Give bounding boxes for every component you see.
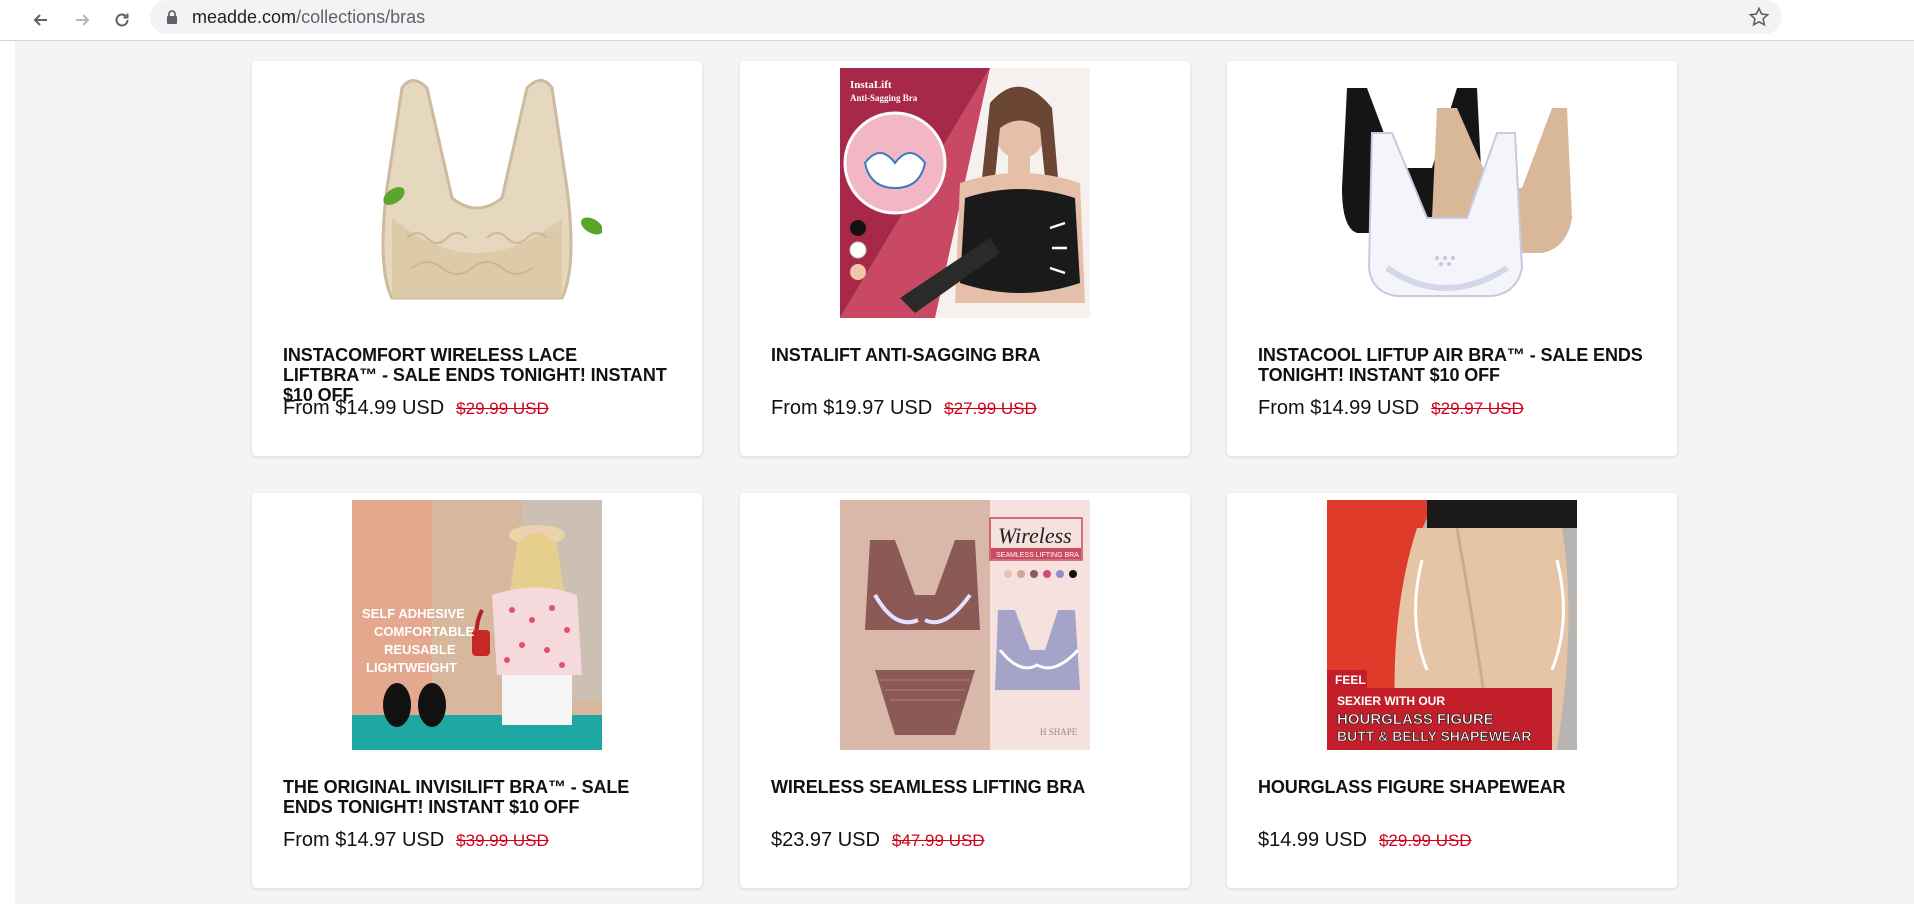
- back-arrow-icon: [33, 14, 47, 26]
- image-caption-line: SEAMLESS LIFTING BRA: [996, 552, 1079, 559]
- product-price: From $14.97 USD: [283, 829, 445, 851]
- product-title[interactable]: INSTALIFT ANTI-SAGGING BRA: [771, 345, 1161, 365]
- forward-arrow-icon: [76, 14, 90, 26]
- forward-button[interactable]: [68, 6, 96, 34]
- bookmark-star-icon[interactable]: [1748, 6, 1770, 28]
- compare-at-price: $27.99 USD: [944, 399, 1037, 418]
- image-caption-line: Anti-Sagging Bra: [850, 93, 918, 103]
- url-text: meadde.com/collections/bras: [192, 6, 425, 28]
- product-price: $14.99 USD: [1258, 829, 1367, 851]
- image-caption-line: SEXIER WITH OUR: [1337, 694, 1445, 708]
- price-row: From $19.97 USD $27.99 USD: [771, 397, 1037, 420]
- product-price: $23.97 USD: [771, 829, 880, 851]
- product-image[interactable]: [352, 68, 602, 318]
- compare-at-price: $39.99 USD: [456, 831, 549, 850]
- compare-at-price: $47.99 USD: [891, 831, 985, 850]
- compare-at-price: $29.99 USD: [1378, 831, 1472, 850]
- product-title[interactable]: WIRELESS SEAMLESS LIFTING BRA: [771, 777, 1161, 797]
- reload-button[interactable]: [108, 6, 136, 34]
- url-path: /collections/bras: [296, 7, 426, 27]
- left-margin: [0, 41, 15, 904]
- product-price: From $19.97 USD: [771, 397, 933, 419]
- product-image[interactable]: Wireless SEAMLESS LIFTING BRA H SHAPE: [840, 500, 1090, 750]
- product-card[interactable]: SELF ADHESIVE COMFORTABLE REUSABLE LIGHT…: [252, 493, 702, 888]
- product-title[interactable]: THE ORIGINAL INVISILIFT BRA™ - SALE ENDS…: [283, 777, 673, 817]
- back-button[interactable]: [27, 6, 55, 34]
- product-price: From $14.99 USD: [283, 397, 445, 419]
- price-row: From $14.99 USD $29.99 USD: [283, 397, 549, 420]
- price-row: $23.97 USD $47.99 USD: [771, 829, 985, 852]
- product-card[interactable]: InstaLift Anti-Sagging Bra INSTALIFT ANT…: [740, 61, 1190, 456]
- product-title[interactable]: INSTACOMFORT WIRELESS LACE LIFTBRA™ - SA…: [283, 345, 673, 405]
- product-price: From $14.99 USD: [1258, 397, 1420, 419]
- image-caption-line: LIGHTWEIGHT: [366, 660, 457, 675]
- product-title[interactable]: INSTACOOL LIFTUP AIR BRA™ - SALE ENDS TO…: [1258, 345, 1648, 385]
- reload-icon: [115, 13, 129, 27]
- price-row: From $14.97 USD $39.99 USD: [283, 829, 549, 852]
- image-caption-line: SELF ADHESIVE: [362, 606, 465, 621]
- image-caption-line: COMFORTABLE: [374, 624, 474, 639]
- image-caption-line: BUTT & BELLY SHAPEWEAR: [1337, 728, 1531, 744]
- image-caption-line: REUSABLE: [384, 642, 456, 657]
- browser-toolbar: meadde.com/collections/bras: [0, 0, 1914, 41]
- lock-icon: [167, 10, 177, 24]
- url-host: meadde.com: [192, 7, 297, 27]
- image-caption-line: InstaLift: [850, 79, 892, 91]
- compare-at-price: $29.99 USD: [456, 399, 549, 418]
- product-card[interactable]: FEEL SEXIER WITH OUR HOURGLASS FIGURE BU…: [1227, 493, 1677, 888]
- product-image[interactable]: FEEL SEXIER WITH OUR HOURGLASS FIGURE BU…: [1327, 500, 1577, 750]
- product-title[interactable]: HOURGLASS FIGURE SHAPEWEAR: [1258, 777, 1648, 797]
- product-card[interactable]: Wireless SEAMLESS LIFTING BRA H SHAPE WI…: [740, 493, 1190, 888]
- product-card[interactable]: INSTACOMFORT WIRELESS LACE LIFTBRA™ - SA…: [252, 61, 702, 456]
- image-caption-line: Wireless: [998, 523, 1072, 548]
- image-caption-line: HOURGLASS FIGURE: [1337, 711, 1494, 728]
- product-card[interactable]: INSTACOOL LIFTUP AIR BRA™ - SALE ENDS TO…: [1227, 61, 1677, 456]
- image-caption-line: FEEL: [1335, 673, 1366, 687]
- compare-at-price: $29.97 USD: [1431, 399, 1524, 418]
- price-row: $14.99 USD $29.99 USD: [1258, 829, 1472, 852]
- product-image[interactable]: InstaLift Anti-Sagging Bra: [840, 68, 1090, 318]
- product-image[interactable]: [1327, 68, 1577, 318]
- product-image[interactable]: SELF ADHESIVE COMFORTABLE REUSABLE LIGHT…: [352, 500, 602, 750]
- svg-text:H SHAPE: H SHAPE: [1040, 727, 1078, 737]
- address-bar[interactable]: meadde.com/collections/bras: [150, 0, 1782, 34]
- price-row: From $14.99 USD $29.97 USD: [1258, 397, 1524, 420]
